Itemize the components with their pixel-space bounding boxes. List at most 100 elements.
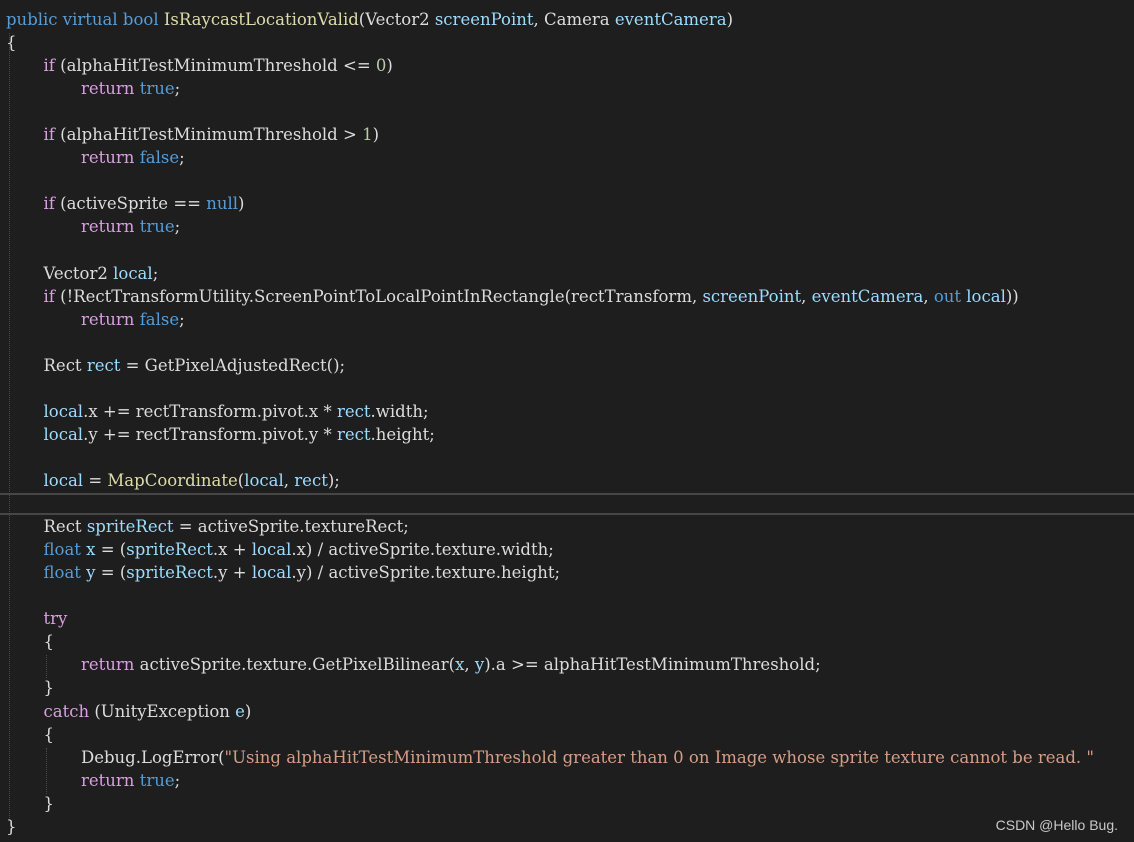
code-token-keyword: float (43, 563, 81, 583)
code-line[interactable]: if (alphaHitTestMinimumThreshold > 1) (0, 123, 1134, 146)
code-line[interactable]: return false; (0, 146, 1134, 169)
code-token-plain: Vector2 (43, 263, 114, 283)
code-token-param: rect (336, 401, 371, 421)
code-token-plain: ); (327, 471, 340, 490)
code-line[interactable] (0, 446, 1134, 469)
code-line[interactable]: { (0, 630, 1134, 653)
code-token-param: screenPoint (434, 10, 534, 29)
code-line[interactable]: } (0, 815, 1134, 838)
code-line[interactable]: { (0, 723, 1134, 746)
code-token-param: rect (294, 471, 328, 490)
code-token-plain: ) (238, 194, 245, 214)
code-token-control: if (43, 56, 55, 76)
code-token-plain: ).a >= alphaHitTestMinimumThreshold; (484, 655, 821, 675)
code-token-param: screenPoint (702, 286, 802, 306)
code-token-plain: Rect (43, 355, 87, 375)
code-editor[interactable]: public virtual bool IsRaycastLocationVal… (0, 0, 1134, 842)
code-token-plain: .y) / activeSprite.texture.height; (291, 563, 561, 583)
code-token-number: 1 (362, 125, 373, 145)
code-line[interactable]: } (0, 676, 1134, 699)
code-line[interactable] (0, 492, 1134, 515)
code-line[interactable]: return true; (0, 769, 1134, 792)
code-line[interactable]: return true; (0, 77, 1134, 100)
code-token-plain: ; (152, 263, 159, 283)
code-line[interactable]: Rect rect = GetPixelAdjustedRect(); (0, 354, 1134, 377)
code-token-param: eventCamera (614, 10, 727, 29)
code-token-keyword: false (139, 148, 180, 168)
code-token-plain: = (83, 471, 108, 490)
code-token-plain: (!RectTransformUtility.ScreenPointToLoca… (54, 286, 703, 306)
code-line[interactable]: return activeSprite.texture.GetPixelBili… (0, 653, 1134, 676)
code-token-param: local (43, 471, 84, 490)
code-token-param: spriteRect (126, 563, 213, 583)
code-line[interactable]: public virtual bool IsRaycastLocationVal… (0, 8, 1134, 31)
code-token-control: return (81, 770, 135, 790)
code-token-plain: .x + (212, 540, 252, 560)
code-token-plain: .x += rectTransform.pivot.x * (83, 401, 337, 421)
code-token-param: spriteRect (86, 517, 174, 537)
code-token-control: return (81, 217, 135, 237)
code-token-plain: ) (244, 701, 252, 721)
code-token-keyword: false (139, 309, 180, 329)
code-token-param: local (113, 263, 153, 283)
code-token-keyword: true (139, 79, 175, 99)
code-token-plain: , (464, 655, 475, 675)
code-token-plain: (activeSprite == (54, 194, 207, 214)
code-token-param: e (235, 701, 245, 721)
code-token-control: if (43, 286, 55, 306)
watermark: CSDN @Hello Bug. (995, 817, 1118, 833)
code-token-plain: .x) / activeSprite.texture.width; (291, 540, 554, 560)
code-token-plain: .width; (370, 401, 429, 421)
code-token-plain: ; (174, 79, 181, 99)
code-token-plain: .height; (370, 424, 435, 444)
code-token-plain: (alphaHitTestMinimumThreshold <= (54, 56, 376, 76)
code-token-plain: )) (1005, 286, 1019, 306)
code-token-plain: = activeSprite.textureRect; (173, 517, 409, 537)
code-token-plain: ; (179, 309, 185, 329)
code-line[interactable]: { (0, 31, 1134, 54)
code-line[interactable]: if (alphaHitTestMinimumThreshold <= 0) (0, 54, 1134, 77)
code-token-param: local (251, 540, 292, 560)
code-line[interactable]: local.x += rectTransform.pivot.x * rect.… (0, 400, 1134, 423)
code-line[interactable] (0, 331, 1134, 354)
code-token-method: MapCoordinate (107, 471, 238, 490)
code-token-plain: , Camera (533, 10, 615, 29)
code-token-plain: } (43, 678, 55, 698)
code-token-param: y (474, 655, 485, 675)
code-line[interactable]: local.y += rectTransform.pivot.y * rect.… (0, 423, 1134, 446)
code-line[interactable] (0, 584, 1134, 607)
code-line[interactable]: try (0, 607, 1134, 630)
code-line[interactable]: local = MapCoordinate(local, rect); (0, 469, 1134, 492)
code-token-param: local (43, 424, 84, 444)
code-line[interactable]: Rect spriteRect = activeSprite.textureRe… (0, 515, 1134, 538)
code-token-param: local (251, 563, 292, 583)
code-line[interactable]: Vector2 local; (0, 262, 1134, 285)
code-token-plain: , (283, 471, 295, 490)
code-token-keyword: null (206, 194, 239, 214)
code-line[interactable]: Debug.LogError("Using alphaHitTestMinimu… (0, 746, 1134, 769)
code-line[interactable]: return true; (0, 215, 1134, 238)
code-token-plain: (alphaHitTestMinimumThreshold > (54, 125, 363, 145)
code-line[interactable] (0, 239, 1134, 262)
code-token-plain: , (801, 286, 812, 306)
code-line[interactable]: } (0, 792, 1134, 815)
code-line[interactable] (0, 169, 1134, 192)
code-token-plain: ) (386, 56, 393, 76)
code-token-keyword: true (139, 770, 175, 790)
code-line[interactable]: if (!RectTransformUtility.ScreenPointToL… (0, 285, 1134, 308)
code-line[interactable] (0, 100, 1134, 123)
code-token-keyword: bool (122, 10, 159, 29)
code-token-plain: , (923, 286, 934, 306)
code-line[interactable]: float y = (spriteRect.y + local.y) / act… (0, 561, 1134, 584)
code-token-param: local (244, 471, 284, 490)
code-line[interactable]: catch (UnityException e) (0, 700, 1134, 723)
code-line[interactable]: return false; (0, 308, 1134, 331)
code-token-plain: = ( (95, 540, 127, 560)
code-token-keyword: float (43, 540, 81, 560)
code-line[interactable] (0, 377, 1134, 400)
code-token-control: return (81, 655, 135, 675)
code-line[interactable]: float x = (spriteRect.x + local.x) / act… (0, 538, 1134, 561)
code-token-param: rect (86, 355, 121, 375)
code-line[interactable]: if (activeSprite == null) (0, 192, 1134, 215)
code-token-control: try (43, 609, 68, 629)
